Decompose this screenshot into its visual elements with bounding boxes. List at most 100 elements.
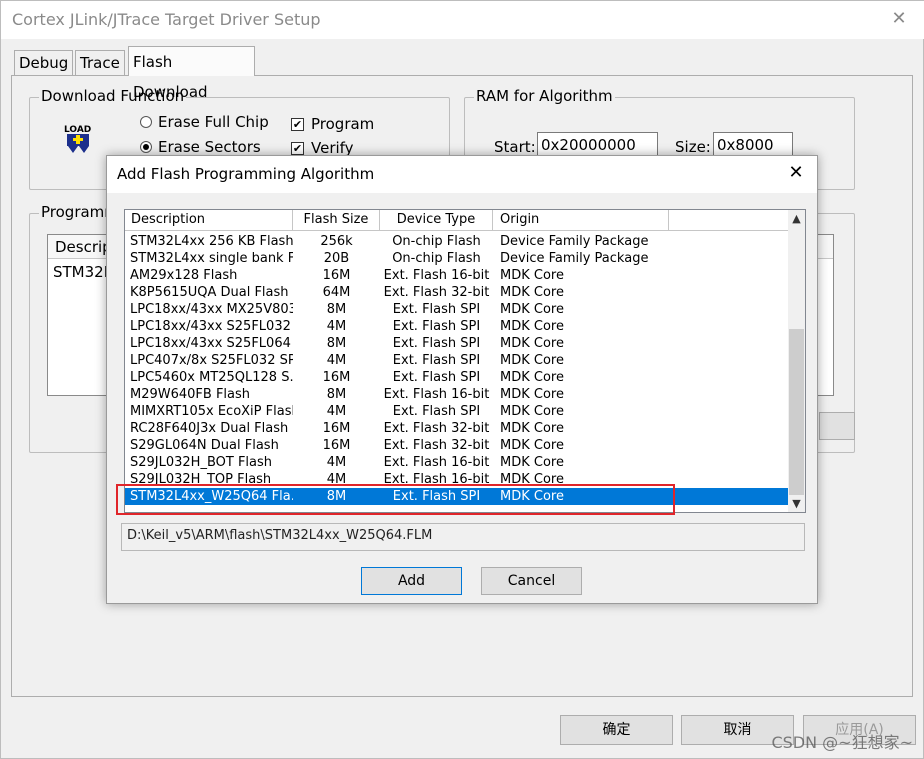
table-row[interactable]: S29GL064N Dual Flash 16M Ext. Flash 32-bit… [125,437,789,454]
tab-debug[interactable]: Debug [14,50,73,75]
programming-side-button[interactable] [819,412,855,440]
cell-origin: MDK Core [500,387,564,402]
ram-size-label: Size: [675,138,711,156]
add-flash-algorithm-dialog: Add Flash Programming Algorithm ✕ Descri… [106,155,818,604]
table-row[interactable]: AM29x128 Flash 16M Ext. Flash 16-bit MDK Co… [125,267,789,284]
cell-origin: MDK Core [500,353,564,368]
cell-description: M29W640FB Flash [130,387,251,402]
cell-description: STM32L4xx 256 KB Flash [130,234,293,249]
column-description[interactable]: Description [125,210,293,231]
erase-full-chip-radio[interactable] [140,116,152,128]
cell-origin: MDK Core [500,268,564,283]
cell-flash-size: 8M [326,302,347,317]
cell-flash-size: 4M [326,353,347,368]
cell-description: LPC407x/8x S25FL032 SP... [130,353,293,368]
cell-device-type: Ext. Flash SPI [392,404,481,419]
table-row[interactable]: RC28F640J3x Dual Flash 16M Ext. Flash 32-b… [125,420,789,437]
cell-flash-size: 64M [322,285,351,300]
cell-description: AM29x128 Flash [130,268,238,283]
cell-origin: MDK Core [500,370,564,385]
cell-origin: Device Family Package [500,251,649,266]
scroll-down-icon[interactable]: ▼ [788,495,805,512]
algorithm-rows: STM32L4xx 256 KB Flash 256k On-chip Flash D… [125,233,789,505]
table-row[interactable]: STM32L4xx 256 KB Flash 256k On-chip Flash D… [125,233,789,250]
cell-flash-size: 16M [322,268,351,283]
algorithm-table[interactable]: Description Flash Size Device Type Origi… [124,209,806,513]
column-flash-size[interactable]: Flash Size [293,210,380,231]
cell-device-type: Ext. Flash SPI [392,336,481,351]
cell-origin: MDK Core [500,285,564,300]
tab-flash-download[interactable]: Flash Download [128,46,255,101]
cell-origin: MDK Core [500,336,564,351]
cell-device-type: Ext. Flash SPI [392,370,481,385]
programming-list-row[interactable]: STM32L [53,263,112,281]
table-row[interactable]: STM32L4xx single bank F... 20B On-chip Fla… [125,250,789,267]
cell-description: MIMXRT105x EcoXiP Flash [130,404,293,419]
cell-description: LPC18xx/43xx S25FL032 ... [130,319,293,334]
table-row[interactable]: MIMXRT105x EcoXiP Flash 4M Ext. Flash SPI M… [125,403,789,420]
erase-sectors-label: Erase Sectors [158,138,261,156]
cell-origin: MDK Core [500,302,564,317]
scroll-thumb[interactable] [789,329,804,495]
cell-flash-size: 20B [323,251,350,266]
scroll-up-icon[interactable]: ▲ [788,210,805,227]
dialog-close-icon[interactable]: ✕ [785,162,807,184]
ok-button[interactable]: 确定 [560,715,673,745]
cell-description: S29JL032H_BOT Flash [130,455,273,470]
table-row[interactable]: LPC5460x MT25QL128 S... 16M Ext. Flash SPI… [125,369,789,386]
cell-flash-size: 16M [322,438,351,453]
cell-origin: MDK Core [500,319,564,334]
cell-origin: MDK Core [500,455,564,470]
cell-description: LPC18xx/43xx S25FL064 ... [130,336,293,351]
cell-description: STM32L4xx single bank F... [130,251,293,266]
verify-checkbox[interactable]: ✔ [291,142,304,155]
cell-flash-size: 16M [322,370,351,385]
erase-full-chip-label: Erase Full Chip [158,113,269,131]
table-row[interactable]: LPC18xx/43xx MX25V803... 8M Ext. Flash SPI… [125,301,789,318]
table-row[interactable]: LPC18xx/43xx S25FL064 ... 8M Ext. Flash SP… [125,335,789,352]
column-device-type[interactable]: Device Type [380,210,493,231]
cell-description: K8P5615UQA Dual Flash [130,285,289,300]
cell-description: LPC5460x MT25QL128 S... [130,370,293,385]
csdn-watermark: CSDN @~狂想家~ [771,733,913,752]
dialog-titlebar: Add Flash Programming Algorithm ✕ [107,156,817,193]
program-label: Program [311,115,375,133]
cell-flash-size: 4M [326,319,347,334]
program-checkbox[interactable]: ✔ [291,118,304,131]
table-row[interactable]: K8P5615UQA Dual Flash 64M Ext. Flash 32-bi… [125,284,789,301]
table-row[interactable]: LPC18xx/43xx S25FL032 ... 4M Ext. Flash SP… [125,318,789,335]
cell-flash-size: 8M [326,336,347,351]
cell-device-type: On-chip Flash [392,251,481,266]
cell-origin: MDK Core [500,404,564,419]
cell-device-type: On-chip Flash [392,234,481,249]
table-row[interactable]: S29JL032H_BOT Flash 4M Ext. Flash 16-bit MD… [125,454,789,471]
algorithm-table-header: Description Flash Size Device Type Origi… [125,210,789,231]
cell-flash-size: 4M [326,455,347,470]
vertical-scrollbar[interactable]: ▲ ▼ [788,210,805,512]
table-row[interactable]: LPC407x/8x S25FL032 SP... 4M Ext. Flash SP… [125,352,789,369]
cell-origin: Device Family Package [500,234,649,249]
cell-device-type: Ext. Flash 32-bit [383,285,490,300]
load-icon: LOAD [64,125,91,153]
tab-trace[interactable]: Trace [75,50,125,75]
cell-device-type: Ext. Flash 16-bit [383,387,490,402]
window-titlebar: Cortex JLink/JTrace Target Driver Setup … [1,1,924,39]
load-icon-text: LOAD [64,125,91,135]
cancel-button[interactable]: Cancel [481,567,582,595]
cell-device-type: Ext. Flash 32-bit [383,421,490,436]
cell-flash-size: 256k [320,234,353,249]
dialog-title: Add Flash Programming Algorithm [117,165,375,183]
table-row[interactable]: M29W640FB Flash 8M Ext. Flash 16-bit MDK Co… [125,386,789,403]
cell-device-type: Ext. Flash SPI [392,319,481,334]
close-icon[interactable]: ✕ [887,8,911,30]
cell-device-type: Ext. Flash 16-bit [383,268,490,283]
cell-description: RC28F640J3x Dual Flash [130,421,289,436]
column-origin[interactable]: Origin [493,210,669,231]
erase-sectors-radio[interactable] [140,141,152,153]
selection-highlight-annotation [116,484,675,515]
add-button[interactable]: Add [361,567,462,595]
cell-description: LPC18xx/43xx MX25V803... [130,302,293,317]
cell-device-type: Ext. Flash SPI [392,302,481,317]
cell-flash-size: 4M [326,404,347,419]
window-title: Cortex JLink/JTrace Target Driver Setup [12,10,321,29]
